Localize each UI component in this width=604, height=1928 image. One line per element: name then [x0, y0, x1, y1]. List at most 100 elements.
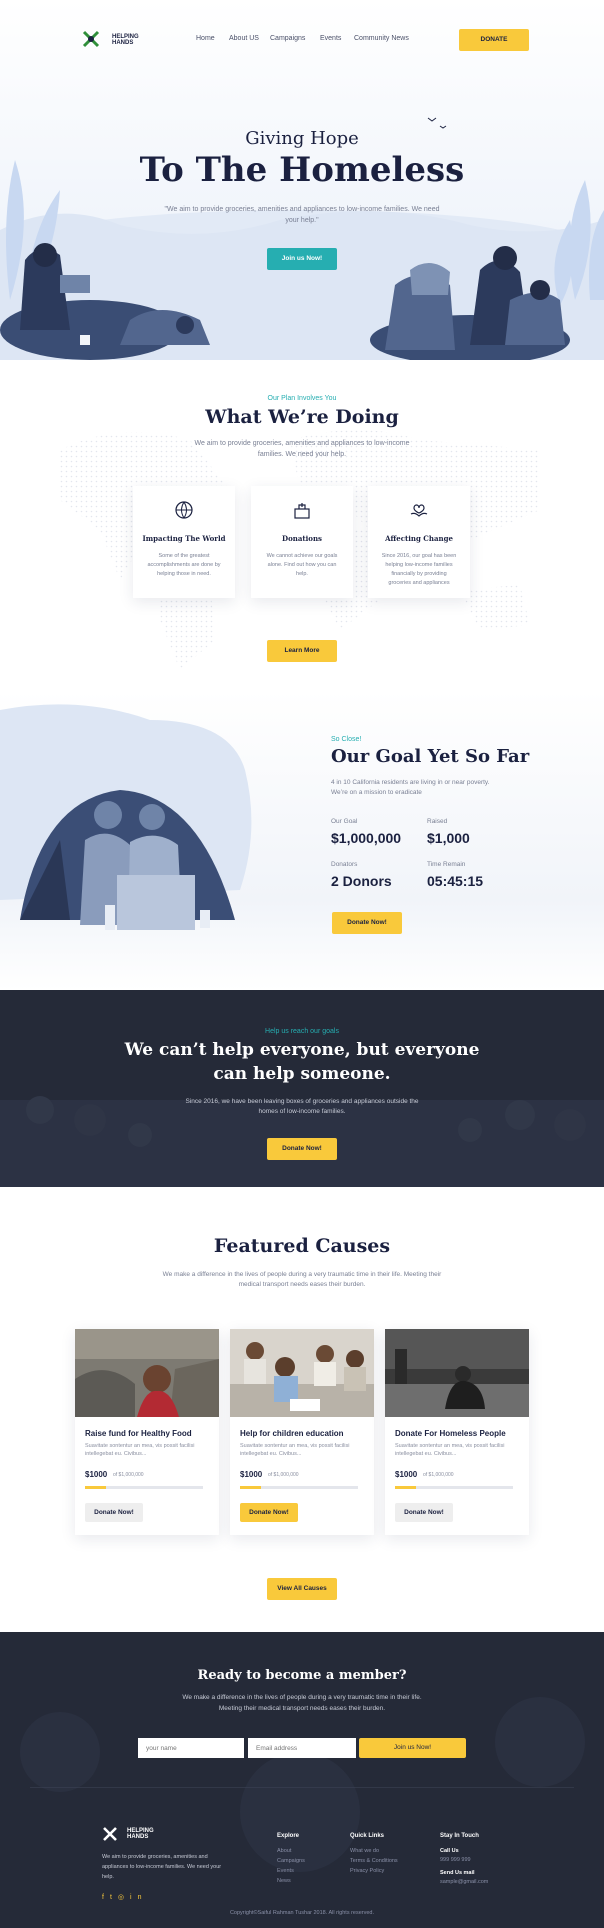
heart-hands-icon: [410, 504, 428, 517]
donors-value: 2 Donors: [331, 873, 392, 889]
donation-box-icon: [294, 503, 310, 519]
facebook-icon[interactable]: f: [102, 1894, 110, 1901]
goal-eyebrow: So Close!: [331, 736, 362, 743]
cause-donate-button[interactable]: Donate Now!: [395, 1503, 453, 1522]
member-join-button[interactable]: Join us Now!: [359, 1738, 466, 1758]
mail-value[interactable]: sample@gmail.com: [440, 1879, 488, 1885]
hero-title: To The Homeless: [139, 150, 465, 190]
cause-text: Suavitate sontentur an mea, vis possit f…: [240, 1443, 350, 1457]
copyright: Copyright©Saiful Rahman Tushar 2018. All…: [229, 1910, 375, 1916]
join-us-button[interactable]: Join us Now!: [267, 248, 337, 270]
brand-name[interactable]: HELPING HANDS: [112, 34, 139, 46]
cause-goal: of $1,000,000: [423, 1472, 454, 1478]
time-label: Time Remain: [427, 861, 466, 868]
learn-more-button[interactable]: Learn More: [267, 640, 337, 662]
twitter-icon[interactable]: t: [110, 1894, 118, 1901]
cause-progress: [395, 1486, 513, 1489]
cta-donate-button[interactable]: Donate Now!: [267, 1138, 337, 1160]
call-value[interactable]: 999 999 999: [440, 1857, 471, 1863]
nav-about[interactable]: About US: [229, 35, 259, 42]
cause-image: [230, 1329, 374, 1417]
time-value: 05:45:15: [427, 873, 484, 889]
name-input[interactable]: [138, 1738, 244, 1758]
member-description-line1: We make a difference in the lives of peo…: [182, 1694, 422, 1701]
cause-donate-button[interactable]: Donate Now!: [85, 1503, 143, 1522]
card-impacting-world: Impacting The World Some of the greatest…: [133, 486, 235, 598]
donors-label: Donators: [331, 861, 358, 868]
card-title: Affecting Change: [385, 534, 453, 543]
explore-link-events[interactable]: Events: [277, 1868, 294, 1874]
footer-logo-icon[interactable]: [102, 1826, 118, 1842]
tent-illustration: [0, 704, 252, 930]
logo-icon[interactable]: [82, 30, 100, 48]
goal-value: $1,000,000: [331, 830, 402, 846]
cause-text: Suavitate sontentur an mea, vis possit f…: [85, 1443, 195, 1457]
cause-amount: $1000: [240, 1470, 263, 1479]
explore-title: Explore: [277, 1833, 300, 1839]
cta-eyebrow: Help us reach our goals: [265, 1028, 339, 1035]
hero-section: HELPING HANDS Home About US Campaigns Ev…: [0, 0, 604, 360]
quick-link-terms[interactable]: Terms & Conditions: [350, 1858, 398, 1864]
cause-card-homeless: Donate For Homeless People Suavitate son…: [385, 1329, 529, 1535]
cause-progress: [240, 1486, 358, 1489]
cause-image: [385, 1329, 529, 1417]
goal-donate-button[interactable]: Donate Now!: [332, 912, 402, 934]
raised-value: $1,000: [427, 830, 470, 846]
brand-line-2: HANDS: [112, 40, 134, 46]
card-text: We cannot achieve our goals alone. Find …: [266, 553, 338, 577]
cause-title: Donate For Homeless People: [395, 1429, 506, 1438]
cause-progress-fill: [395, 1486, 417, 1489]
hero-kicker: Giving Hope: [245, 128, 359, 149]
card-title: Donations: [282, 534, 322, 543]
nav-campaigns[interactable]: Campaigns: [270, 35, 305, 42]
card-donations: Donations We cannot achieve our goals al…: [251, 486, 353, 598]
call-label: Call Us: [440, 1848, 459, 1854]
nav-home[interactable]: Home: [196, 35, 215, 42]
quick-link-what-we-do[interactable]: What we do: [350, 1848, 379, 1854]
cause-progress-fill: [240, 1486, 262, 1489]
cta-description: Since 2016, we have been leaving boxes o…: [185, 1098, 419, 1115]
explore-link-news[interactable]: News: [277, 1878, 291, 1884]
causes-description: We make a difference in the lives of peo…: [162, 1271, 442, 1288]
card-text: Some of the greatest accomplishments are…: [147, 553, 221, 577]
doing-description: We aim to provide groceries, amenities a…: [194, 440, 410, 458]
cause-goal: of $1,000,000: [268, 1472, 299, 1478]
cause-amount: $1000: [395, 1470, 418, 1479]
mail-label: Send Us mail: [440, 1870, 475, 1876]
email-input[interactable]: [248, 1738, 356, 1758]
raised-label: Raised: [427, 818, 448, 825]
goal-description: 4 in 10 California residents are living …: [331, 779, 490, 796]
cause-goal: of $1,000,000: [113, 1472, 144, 1478]
linkedin-icon[interactable]: in: [130, 1894, 147, 1901]
doing-title: What We’re Doing: [205, 406, 399, 428]
card-title: Impacting The World: [142, 534, 226, 543]
view-all-causes-button[interactable]: View All Causes: [267, 1578, 337, 1600]
cause-text: Suavitate sontentur an mea, vis possit f…: [395, 1443, 505, 1457]
cause-image: [75, 1329, 219, 1417]
member-description-line2: Meeting their medical transport needs ea…: [218, 1705, 386, 1712]
hero-description: "We aim to provide groceries, amenities …: [164, 206, 440, 224]
instagram-icon[interactable]: ◎: [118, 1894, 130, 1901]
footer-brand[interactable]: HELPING HANDS: [127, 1828, 154, 1840]
nav-events[interactable]: Events: [320, 35, 341, 42]
nav-community-news[interactable]: Community News: [354, 35, 409, 42]
cause-amount: $1000: [85, 1470, 108, 1479]
quick-links-title: Quick Links: [350, 1833, 385, 1839]
explore-link-campaigns[interactable]: Campaigns: [277, 1858, 305, 1864]
cause-donate-button[interactable]: Donate Now!: [240, 1503, 298, 1522]
stay-in-touch-title: Stay In Touch: [440, 1833, 479, 1839]
cta-title-line1: We can’t help everyone, but everyone: [124, 1040, 480, 1060]
globe-icon: [175, 501, 193, 519]
cause-progress: [85, 1486, 203, 1489]
cta-title-line2: can help someone.: [213, 1064, 391, 1084]
explore-link-about[interactable]: About: [277, 1848, 291, 1854]
card-affecting-change: Affecting Change Since 2016, our goal ha…: [368, 486, 470, 598]
social-links: ft◎in: [102, 1893, 147, 1901]
goal-title: Our Goal Yet So Far: [331, 746, 530, 767]
causes-title: Featured Causes: [213, 1235, 391, 1257]
donate-button[interactable]: DONATE: [459, 29, 529, 51]
quick-link-privacy[interactable]: Privacy Policy: [350, 1868, 384, 1874]
footer-brand-line-2: HANDS: [127, 1834, 149, 1840]
cause-title: Help for children education: [240, 1429, 344, 1438]
cause-progress-fill: [85, 1486, 107, 1489]
